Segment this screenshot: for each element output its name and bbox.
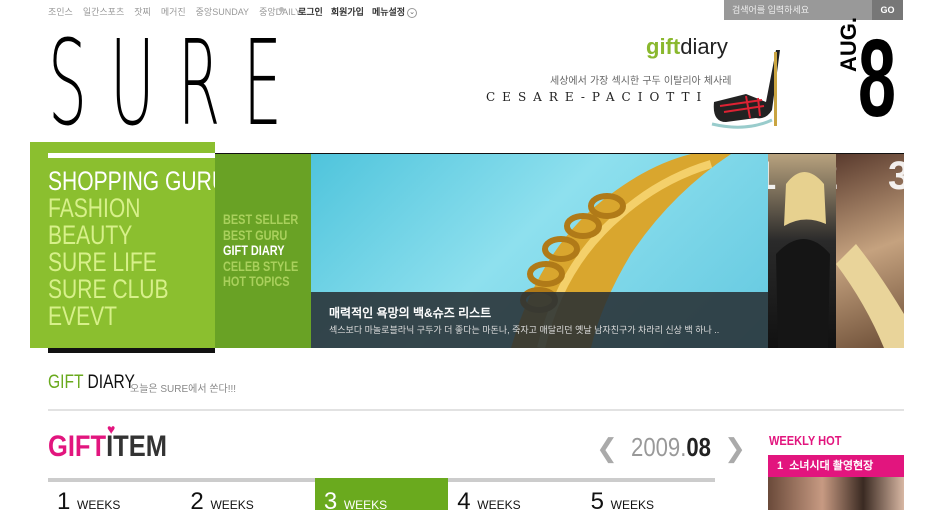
weekly-hot-rank: 1 (777, 460, 784, 472)
celebrity-photo (776, 172, 830, 348)
promo-subtitle: 세상에서 가장 섹시한 구두 이탈리아 체사레 (550, 76, 732, 87)
menu-item-sure-club[interactable]: SURE CLUB (48, 276, 227, 303)
week-label: WEEKS (343, 498, 388, 510)
section-divider (48, 409, 904, 411)
week-number: 2 (190, 488, 204, 510)
gift-diary-heading: GIFT DIARY (48, 372, 135, 394)
join-link[interactable]: 회원가입 (331, 5, 364, 18)
chevron-down-icon: ⌄ (407, 7, 418, 18)
week-number: 3 (323, 488, 338, 510)
gift-diary-heading-rest: DIARY (83, 372, 135, 393)
next-month-arrow-icon[interactable]: ❯ (724, 435, 746, 461)
high-heel-shoe-image[interactable] (706, 40, 796, 138)
user-nav: 로그인 회원가입 메뉴설정 ⌄ (298, 5, 418, 18)
week-label: WEEKS (477, 498, 521, 510)
week-label: WEEKS (610, 498, 654, 510)
weekly-hot-item[interactable]: 1 소녀시대 촬영현장 (768, 455, 904, 477)
menu-bottom-rule (48, 348, 215, 353)
promo-date-day: 8 (858, 17, 896, 140)
thumb-number: 2 (836, 154, 838, 199)
menu-settings-link[interactable]: 메뉴설정 ⌄ (371, 5, 418, 18)
tab-week-3[interactable]: 3 WEEKS (314, 478, 449, 510)
heart-icon: ♥ (107, 421, 116, 437)
tab-week-2[interactable]: 2 WEEKS (181, 482, 314, 510)
prev-month-arrow-icon[interactable]: ❮ (596, 435, 618, 461)
site-logo[interactable]: SURE (48, 24, 305, 142)
tab-week-1[interactable]: 1 WEEKS (48, 482, 181, 510)
current-period: 2009.08 (631, 432, 711, 463)
week-number: 1 (57, 488, 71, 510)
weekly-hot-heading: WEEKLY HOT (769, 433, 842, 448)
menu-item-beauty[interactable]: BEAUTY (48, 222, 227, 249)
banner-thumb-2[interactable]: 2 3 (836, 154, 904, 348)
menu-item-fashion[interactable]: FASHION (48, 195, 227, 222)
gift-diary-subtitle: 오늘은 SURE에서 쏜다!!! (130, 384, 237, 395)
banner-thumb-1[interactable]: 1 (768, 154, 836, 348)
sub-menu-item-best-seller[interactable]: BEST SELLER (223, 211, 298, 228)
bullet-icon (279, 7, 284, 12)
sub-menu: BEST SELLER BEST GURU GIFT DIARY CELEB S… (223, 211, 319, 290)
menu-settings-label: 메뉴설정 (371, 7, 406, 17)
current-month: 08 (686, 432, 711, 462)
week-label: WEEKS (77, 498, 121, 510)
menu-item-sure-life[interactable]: SURE LIFE (48, 249, 227, 276)
promo-brand: CESARE-PACIOTTI (486, 90, 709, 104)
menu-top-rule (48, 153, 215, 158)
week-number: 4 (457, 488, 471, 510)
menu-item-event[interactable]: EVEVT (48, 303, 227, 330)
week-label: WEEKS (210, 498, 254, 510)
tab-week-4[interactable]: 4 WEEKS (448, 482, 581, 510)
weekly-hot-photo[interactable] (768, 477, 904, 510)
sub-menu-item-gift-diary[interactable]: GIFT DIARY (223, 242, 298, 259)
promo-title-accent: gift (646, 34, 681, 59)
banner-title[interactable]: 매력적인 욕망의 백&슈즈 리스트 (329, 304, 491, 321)
sub-menu-item-best-guru[interactable]: BEST GURU (223, 227, 298, 244)
thumb-number: 3 (888, 154, 904, 198)
week-number: 5 (590, 488, 604, 510)
sub-menu-item-celeb-style[interactable]: CELEB STYLE (223, 258, 298, 275)
gift-item-heading-accent: GIFT (48, 430, 107, 463)
weekly-hot-text: 소녀시대 촬영현장 (789, 460, 874, 472)
month-selector: ❮ 2009.08 ❯ (596, 432, 746, 463)
menu-item-shopping-guru[interactable]: SHOPPING GURU (48, 168, 227, 195)
gift-diary-heading-accent: GIFT (48, 372, 84, 393)
banner-text: 섹스보다 마놀로블라닉 구두가 더 좋다는 마돈나, 죽자고 매달리던 옛날 남… (329, 325, 720, 335)
sub-menu-item-hot-topics[interactable]: HOT TOPICS (223, 273, 298, 290)
current-year: 2009. (631, 432, 687, 462)
thumb-number: 1 (768, 154, 776, 199)
tab-week-5[interactable]: 5 WEEKS (582, 482, 715, 510)
week-tabs: 1 WEEKS 2 WEEKS 3 WEEKS 4 WEEKS 5 WEEKS (48, 478, 715, 510)
